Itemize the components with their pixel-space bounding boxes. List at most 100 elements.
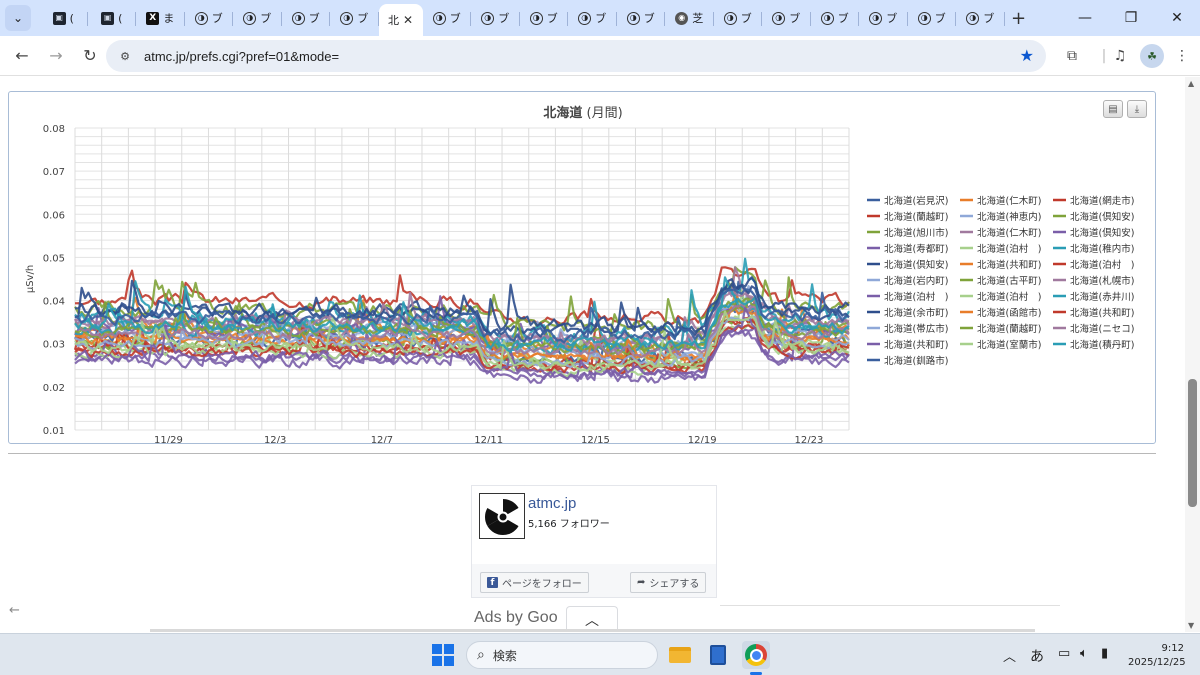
network-icon[interactable]: ▭ <box>1058 646 1070 661</box>
file-explorer-app[interactable] <box>666 641 694 669</box>
scroll-down-icon[interactable]: ▼ <box>1188 621 1194 630</box>
tab[interactable]: ◑ ブ <box>762 3 811 33</box>
clock-date: 2025/12/25 <box>1128 657 1186 668</box>
fb-follow-button[interactable]: f ページをフォロー <box>480 572 589 593</box>
tab-label: 芝 <box>692 12 704 25</box>
clock[interactable]: 9:12 2025/12/25 <box>1128 642 1186 670</box>
restore-button[interactable]: ❐ <box>1108 0 1154 36</box>
tab[interactable]: ▣( <box>39 3 88 33</box>
x-tick-label: 12/7 <box>371 435 393 443</box>
tab-label: ま <box>163 12 175 25</box>
windows-taskbar: ⌕ 検索 ︿ あ ▭ 🔈︎ ▮ 9:12 2025/12/25 <box>0 633 1200 675</box>
tab[interactable]: ◑ ブ <box>568 3 617 33</box>
tab[interactable]: ◑ ブ <box>185 3 234 33</box>
taskbar-search-box[interactable]: ⌕ 検索 <box>466 641 658 669</box>
tab[interactable]: ◑ ブ <box>714 3 763 33</box>
fb-page-name[interactable]: atmc.jp <box>528 495 576 512</box>
legend-item: 北海道(札幌市) <box>1070 275 1134 287</box>
fb-share-button[interactable]: ➦ シェアする <box>630 572 707 593</box>
tab-search-button[interactable]: ⌄ <box>5 5 31 31</box>
circle-site-icon: ◑ <box>529 11 543 25</box>
plus-icon: + <box>1010 7 1027 29</box>
browser-tabstrip: ⌄ ▣(▣(X ま ◑ ブ ◑ ブ ◑ ブ ◑ ブ北 ✕ ◑ ブ ◑ ブ ◑ ブ ◑ ブ ◑ ブ ◉ 芝 ◑ ブ ◑ ブ ◑ ブ ◑ ブ ◑ ブ… <box>0 0 1200 36</box>
legend-item: 北海道(ニセコ) <box>1070 323 1134 335</box>
app-square-icon: ▣ <box>101 11 115 25</box>
legend-item: 北海道(古平町) <box>977 275 1041 287</box>
tab[interactable]: ◉ 芝 <box>665 3 714 33</box>
tab[interactable]: ◑ ブ <box>233 3 282 33</box>
arrow-left-icon: ← <box>15 46 29 65</box>
folder-icon <box>669 647 691 663</box>
tab[interactable]: ◑ ブ <box>282 3 331 33</box>
tab-active[interactable]: 北 ✕ <box>378 4 423 36</box>
tab-label: ブ <box>934 12 946 25</box>
profile-avatar[interactable]: ☘ <box>1140 44 1164 68</box>
notepad-icon <box>710 645 726 665</box>
circle-site-icon: ◑ <box>966 11 980 25</box>
tab[interactable]: ◑ ブ <box>956 3 1005 33</box>
circle-site-icon: ◑ <box>194 11 208 25</box>
scrollbar-thumb[interactable] <box>1188 379 1197 507</box>
circle-site-icon: ◑ <box>340 11 354 25</box>
circle-site-icon: ◑ <box>869 11 883 25</box>
new-tab-button[interactable]: + <box>1005 4 1033 32</box>
scroll-up-icon[interactable]: ▲ <box>1188 79 1194 88</box>
tab-list: ▣(▣(X ま ◑ ブ ◑ ブ ◑ ブ ◑ ブ北 ✕ ◑ ブ ◑ ブ ◑ ブ ◑ ブ ◑ ブ ◉ 芝 ◑ ブ ◑ ブ ◑ ブ ◑ ブ ◑ ブ ◑ ブ <box>39 0 1005 36</box>
y-tick-label: 0.04 <box>43 297 65 308</box>
tab[interactable]: Xま <box>136 3 185 33</box>
address-bar[interactable]: ⚙ atmc.jp/prefs.cgi?pref=01&mode= ★ <box>106 40 1046 72</box>
url-text[interactable]: atmc.jp/prefs.cgi?pref=01&mode= <box>144 49 339 64</box>
menu-kebab-icon[interactable]: ⋮ <box>1170 44 1194 68</box>
arrow-left-icon[interactable]: ← <box>9 603 20 618</box>
radiation-icon[interactable] <box>479 493 525 539</box>
tab[interactable]: ◑ ブ <box>330 3 379 33</box>
tab[interactable]: ◑ ブ <box>471 3 520 33</box>
tab-label: ( <box>69 11 74 25</box>
legend-item: 北海道(余市町) <box>884 307 948 319</box>
tab[interactable]: ◑ ブ <box>520 3 569 33</box>
battery-icon[interactable]: ▮ <box>1101 646 1108 661</box>
ime-indicator[interactable]: あ <box>1030 646 1044 666</box>
ads-by-google-label: Ads by Goo <box>474 609 558 626</box>
legend-item: 北海道(寿都町) <box>884 243 948 255</box>
tab[interactable]: ◑ ブ <box>811 3 860 33</box>
y-tick-label: 0.05 <box>43 253 65 264</box>
legend-item: 北海道(共和町) <box>884 339 948 351</box>
chrome-app[interactable] <box>742 641 770 669</box>
tab[interactable]: ◑ ブ <box>908 3 957 33</box>
close-window-button[interactable]: ✕ <box>1154 0 1200 36</box>
legend-item: 北海道(泊村 ) <box>1070 259 1134 271</box>
fb-follower-count: 5,166 フォロワー <box>528 519 610 530</box>
bookmark-star-icon[interactable]: ★ <box>1020 46 1034 65</box>
legend-item: 北海道(泊村 ) <box>977 291 1041 303</box>
tab-label: ブ <box>211 12 223 25</box>
close-tab-icon[interactable]: ✕ <box>403 13 413 27</box>
page-scrollbar[interactable]: ▲ ▼ <box>1185 77 1200 632</box>
back-button[interactable]: ← <box>6 40 38 72</box>
y-axis-label: μSv/h <box>25 265 36 293</box>
legend-item: 北海道(岩内町) <box>884 275 948 287</box>
legend-item: 北海道(蘭越町) <box>977 323 1041 335</box>
site-info-icon[interactable]: ⚙ <box>116 47 134 65</box>
minimize-icon: — <box>1078 10 1092 26</box>
extensions-icon[interactable]: ⧉ <box>1060 44 1084 68</box>
tab-label: ブ <box>886 12 898 25</box>
page-content: 北海道 (月間) ▤ ⤓ 0.01 0.02 0.03 0.04 0.05 0.06 0.0… <box>0 77 1185 632</box>
tray-chevron-up-icon[interactable]: ︿ <box>1003 646 1016 665</box>
media-control-icon[interactable]: ♫ <box>1108 44 1132 68</box>
tab[interactable]: ◑ ブ <box>617 3 666 33</box>
windows-start-button[interactable] <box>432 644 454 666</box>
tab[interactable]: ◑ ブ <box>423 3 472 33</box>
x-tick-label: 11/29 <box>154 435 183 443</box>
tab[interactable]: ◑ ブ <box>859 3 908 33</box>
legend-item: 北海道(倶知安) <box>1070 211 1134 223</box>
legend-item: 北海道(室蘭市) <box>977 339 1041 351</box>
minimize-button[interactable]: — <box>1062 0 1108 36</box>
tab[interactable]: ▣( <box>88 3 137 33</box>
legend-item: 北海道(蘭越町) <box>884 211 948 223</box>
forward-button[interactable]: → <box>40 40 72 72</box>
volume-icon[interactable]: 🔈︎ <box>1080 646 1088 661</box>
reload-button[interactable]: ↻ <box>74 40 106 72</box>
notepad-app[interactable] <box>704 641 732 669</box>
arrow-right-icon: → <box>49 46 63 65</box>
